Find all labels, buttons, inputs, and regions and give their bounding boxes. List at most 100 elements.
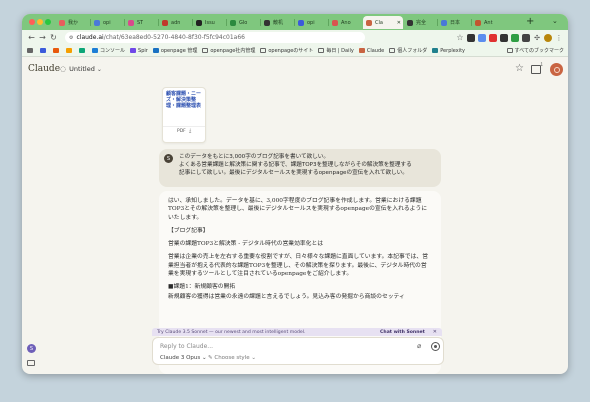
- assistant-paragraph: はい、承知しました。データを基に、3,000字程度のブログ記事を作成します。営業…: [168, 198, 428, 221]
- browser-toolbar: ← → ↻ ⚙ claude.ai/chat/63ea8ed0-5270-484…: [22, 30, 568, 45]
- browser-tab[interactable]: Ant: [472, 16, 505, 29]
- minimize-window-button[interactable]: [37, 19, 43, 25]
- folder-icon: [202, 48, 209, 53]
- reply-composer: Reply to Claude... Claude 3 Opus ⌄ ✎ Cho…: [152, 337, 444, 365]
- user-message-line: このデータをもとに3,000字のブログ記事を書いて欲しい。: [179, 154, 329, 160]
- sidebar-toggle-icon[interactable]: [27, 360, 35, 366]
- model-selector[interactable]: Claude 3 Opus ⌄: [160, 355, 207, 361]
- new-tab-icon[interactable]: +: [526, 16, 534, 28]
- browser-tab-active[interactable]: Cla ✕: [363, 16, 403, 29]
- extensions-puzzle-icon[interactable]: ✣: [533, 34, 541, 42]
- reply-input[interactable]: Reply to Claude...: [160, 343, 213, 350]
- browser-tab[interactable]: Glo: [227, 16, 260, 29]
- settings-avatar[interactable]: [550, 63, 563, 76]
- pdf-attachment-card[interactable]: 顧客課題・ニーズ・解決策整理・課題整理表 PDF ⤓: [162, 87, 206, 143]
- bookmarks-bar: コンソール Spir openpage 管理 openpage社内管理 open…: [22, 45, 568, 57]
- project-knowledge-icon[interactable]: 1: [531, 62, 543, 74]
- claude-logo[interactable]: Claude: [28, 64, 60, 74]
- tab-favicon-icon: [332, 19, 338, 26]
- browser-menu-icon[interactable]: ⋮: [555, 34, 563, 42]
- star-icon[interactable]: ☆: [515, 63, 524, 74]
- send-icon[interactable]: [431, 342, 440, 351]
- folder-icon: [506, 48, 513, 53]
- assistant-paragraph: 新規顧客の獲得は営業の永遠の課題と言えるでしょう。見込み客の発掘から商談のセッテ…: [168, 293, 405, 300]
- tab-favicon-icon: [59, 19, 65, 26]
- folder-icon: [389, 48, 396, 53]
- browser-tab[interactable]: 敵机: [261, 16, 294, 29]
- settings-icon: [553, 66, 560, 73]
- user-message-line: 記事にして欲しい。最後にデジタルセールスを実現するopenpageの宣伝を入れて…: [179, 170, 408, 176]
- browser-tab[interactable]: Issu: [193, 16, 226, 29]
- tab-favicon-icon: [128, 19, 134, 26]
- browser-tab[interactable]: 完全: [404, 16, 437, 29]
- bookmark-item[interactable]: コンソール: [92, 47, 125, 54]
- chat-with-sonnet-button[interactable]: Chat with Sonnet: [380, 330, 425, 335]
- user-message-line: よくある営業課題と解決策に関する記事で、課題TOP3を整理しながらその解決策を整…: [179, 162, 412, 168]
- tab-favicon-icon: [298, 19, 304, 26]
- extension-icon[interactable]: [467, 33, 475, 42]
- back-arrow-icon[interactable]: ←: [26, 33, 37, 42]
- chat-title: Untitled: [69, 65, 95, 73]
- style-selector[interactable]: ✎ Choose style ⌄: [208, 355, 256, 361]
- all-bookmarks[interactable]: すべてのブックマーク: [506, 47, 568, 54]
- browser-tab[interactable]: opi: [295, 16, 328, 29]
- close-icon[interactable]: ✕: [433, 329, 437, 335]
- apps-grid-icon[interactable]: [27, 48, 35, 53]
- bookmark-item[interactable]: openpage 管理: [152, 47, 197, 54]
- reload-icon[interactable]: ↻: [48, 33, 59, 42]
- chevron-down-icon: ⌄: [96, 65, 102, 73]
- close-tab-icon[interactable]: ✕: [397, 20, 401, 26]
- folder-icon: [318, 48, 325, 53]
- sidebar-user-avatar[interactable]: S: [27, 344, 36, 353]
- extension-icon[interactable]: [511, 33, 519, 42]
- extension-icon[interactable]: [489, 33, 497, 42]
- assistant-paragraph: ■課題1：新規顧客の開拓: [168, 284, 236, 291]
- assistant-paragraph: 【ブログ記事】: [168, 227, 209, 234]
- bookmark-folder[interactable]: openpageのサイト: [260, 47, 313, 54]
- site-info-icon[interactable]: ⚙: [69, 35, 73, 41]
- user-message: S このデータをもとに3,000字のブログ記事を書いて欲しい。 よくある営業課題…: [159, 149, 441, 187]
- bookmark-item[interactable]: [53, 48, 61, 53]
- extension-icon[interactable]: [478, 33, 486, 42]
- browser-tab[interactable]: ST: [125, 16, 158, 29]
- bookmark-item[interactable]: [79, 48, 87, 53]
- sonnet-promo-banner: Try Claude 3.5 Sonnet — our newest and m…: [152, 328, 442, 336]
- browser-tab[interactable]: 日本: [438, 16, 471, 29]
- assistant-paragraph: 営業の課題TOP3と解決策 - デジタル時代の営業効率化とは: [168, 241, 324, 248]
- url-text: claude.ai/chat/63ea8ed0-5270-4840-8f30-f…: [76, 34, 245, 41]
- tab-favicon-icon: [264, 19, 270, 26]
- browser-tab[interactable]: opi: [91, 16, 124, 29]
- forward-arrow-icon[interactable]: →: [37, 33, 48, 42]
- browser-tab[interactable]: 我か: [56, 16, 90, 29]
- bookmark-item[interactable]: Perplexity: [432, 48, 465, 54]
- close-window-button[interactable]: [29, 19, 35, 25]
- profile-icon[interactable]: [544, 33, 552, 42]
- bookmark-folder[interactable]: 毎日 | Daily: [318, 47, 354, 54]
- attachment-type: PDF: [177, 129, 186, 134]
- attachment-title: 顧客課題・ニーズ・解決策整理・課題整理表: [166, 91, 202, 109]
- download-icon[interactable]: ⤓: [189, 128, 191, 134]
- promo-text: Try Claude 3.5 Sonnet — our newest and m…: [157, 329, 306, 335]
- attach-paperclip-icon[interactable]: ⌀: [417, 342, 421, 350]
- bookmark-item[interactable]: Claude: [358, 48, 384, 54]
- bookmark-star-icon[interactable]: ☆: [456, 33, 464, 42]
- bookmark-item[interactable]: [40, 48, 48, 53]
- assistant-paragraph: 営業は企業の売上を左右する重要な役割ですが、日々様々な課題に直面しています。本記…: [168, 254, 428, 278]
- bookmark-item[interactable]: [66, 48, 74, 53]
- extension-icon[interactable]: [522, 33, 530, 42]
- maximize-window-button[interactable]: [45, 19, 51, 25]
- browser-tab[interactable]: Ano: [329, 16, 362, 29]
- url-path: /chat/63ea8ed0-5270-4840-8f30-f5fc94c01a…: [103, 34, 245, 41]
- chat-title-menu[interactable]: ◌ Untitled ⌄: [60, 65, 102, 73]
- browser-tab[interactable]: adn: [159, 16, 192, 29]
- tab-strip: 我か opi ST adn Issu Glo 敵机 opi Ano Cla ✕ …: [22, 14, 568, 30]
- extension-icon[interactable]: [500, 33, 508, 42]
- bookmark-item[interactable]: Spir: [130, 48, 148, 54]
- tab-search-chevron-icon[interactable]: ⌄: [552, 17, 558, 25]
- address-bar[interactable]: ⚙ claude.ai/chat/63ea8ed0-5270-4840-8f30…: [65, 32, 365, 43]
- tab-favicon-icon: [230, 19, 236, 26]
- bookmark-folder[interactable]: 個人フォルダ: [389, 47, 427, 54]
- bookmark-folder[interactable]: openpage社内管理: [202, 47, 255, 54]
- chat-bubble-icon: ◌: [60, 65, 67, 73]
- folder-icon: [260, 48, 267, 53]
